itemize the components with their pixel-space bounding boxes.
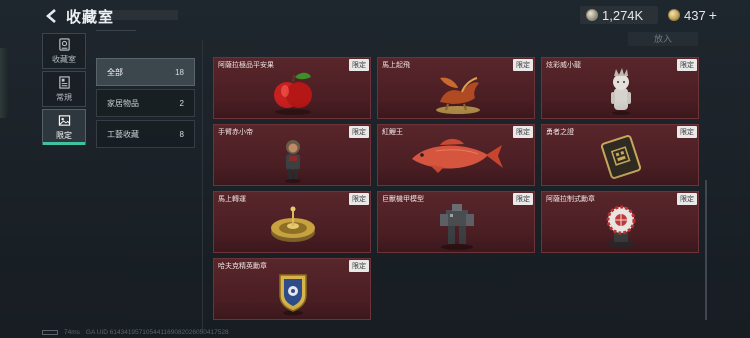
section-divider — [96, 30, 136, 36]
image-icon — [58, 114, 70, 126]
add-currency-button[interactable]: + — [709, 7, 717, 23]
panel-divider — [202, 40, 203, 332]
top-tab[interactable]: 放入 — [628, 32, 698, 46]
header: 收藏室 1,274K 437 + — [0, 0, 750, 34]
item-name: 紅鯉王 — [382, 129, 403, 136]
side-handle[interactable] — [0, 48, 8, 118]
item-name: 阿薩拉極品平安果 — [218, 62, 274, 69]
silver-amount: 1,274K — [602, 7, 644, 23]
item-card[interactable]: 馬上起飛 限定 — [377, 57, 535, 119]
signal-icon — [42, 330, 58, 335]
gold-coin-icon — [668, 9, 680, 21]
document-icon — [58, 75, 70, 89]
item-name: 馬上起飛 — [382, 62, 410, 69]
collection-icon — [58, 37, 70, 51]
item-name: 炫彩威小龍 — [546, 62, 581, 69]
limited-badge: 限定 — [349, 126, 369, 138]
limited-badge: 限定 — [513, 126, 533, 138]
gold-currency[interactable]: 437 + — [662, 6, 744, 24]
item-card[interactable]: 巨獸機甲模型 限定 — [377, 191, 535, 253]
gold-amount: 437 — [684, 7, 706, 23]
item-name: 哈夫克精英勳章 — [218, 263, 267, 270]
category-count: 2 — [179, 98, 184, 108]
nav-label: 常規 — [56, 92, 72, 102]
title-decoration — [100, 10, 178, 20]
item-name: 勇者之證 — [546, 129, 574, 136]
limited-badge: 限定 — [513, 59, 533, 71]
item-card[interactable]: 紅鯉王 限定 — [377, 124, 535, 186]
category-label: 家居物品 — [107, 98, 139, 108]
silver-coin-icon — [586, 9, 598, 21]
item-card[interactable]: 手臂赤小帝 限定 — [213, 124, 371, 186]
side-nav: 收藏室 常規 限定 — [42, 33, 86, 147]
nav-label: 限定 — [56, 130, 72, 140]
limited-badge: 限定 — [349, 59, 369, 71]
category-home-items[interactable]: 家居物品 2 — [96, 89, 195, 117]
nav-item-regular[interactable]: 常規 — [42, 71, 86, 107]
category-label: 工藝收藏 — [107, 129, 139, 139]
category-label: 全部 — [107, 67, 123, 77]
limited-badge: 限定 — [677, 59, 697, 71]
item-card[interactable]: 勇者之證 限定 — [541, 124, 699, 186]
scrollbar[interactable] — [705, 180, 707, 320]
silver-currency[interactable]: 1,274K — [580, 6, 658, 24]
item-card[interactable]: 炫彩威小龍 限定 — [541, 57, 699, 119]
item-card[interactable]: 阿薩拉制式勳章 限定 — [541, 191, 699, 253]
nav-item-collection[interactable]: 收藏室 — [42, 33, 86, 69]
category-crafts[interactable]: 工藝收藏 8 — [96, 120, 195, 148]
item-grid: 阿薩拉極品平安果 限定 馬上起飛 限定 炫彩威小龍 限定 手臂赤小帝 限定 紅鯉… — [213, 57, 701, 320]
category-list: 全部 18 家居物品 2 工藝收藏 8 — [96, 58, 195, 151]
limited-badge: 限定 — [349, 260, 369, 272]
back-button[interactable] — [40, 5, 64, 27]
category-count: 18 — [175, 67, 184, 77]
category-count: 8 — [179, 129, 184, 139]
footer: 74ms GA UID 6143419571054411690820260504… — [42, 329, 229, 336]
limited-badge: 限定 — [513, 193, 533, 205]
limited-badge: 限定 — [677, 126, 697, 138]
ping-value: 74ms — [64, 329, 80, 336]
limited-badge: 限定 — [349, 193, 369, 205]
item-card[interactable]: 哈夫克精英勳章 限定 — [213, 258, 371, 320]
nav-label: 收藏室 — [52, 54, 76, 64]
item-card[interactable]: 阿薩拉極品平安果 限定 — [213, 57, 371, 119]
item-name: 手臂赤小帝 — [218, 129, 253, 136]
uid-text: GA UID 614341957105441169082026050417528 — [85, 329, 229, 336]
item-name: 阿薩拉制式勳章 — [546, 196, 595, 203]
nav-item-limited[interactable]: 限定 — [42, 109, 86, 145]
item-name: 馬上轉運 — [218, 196, 246, 203]
limited-badge: 限定 — [677, 193, 697, 205]
item-card[interactable]: 馬上轉運 限定 — [213, 191, 371, 253]
category-all[interactable]: 全部 18 — [96, 58, 195, 86]
back-arrow-icon — [46, 9, 56, 23]
item-name: 巨獸機甲模型 — [382, 196, 424, 203]
